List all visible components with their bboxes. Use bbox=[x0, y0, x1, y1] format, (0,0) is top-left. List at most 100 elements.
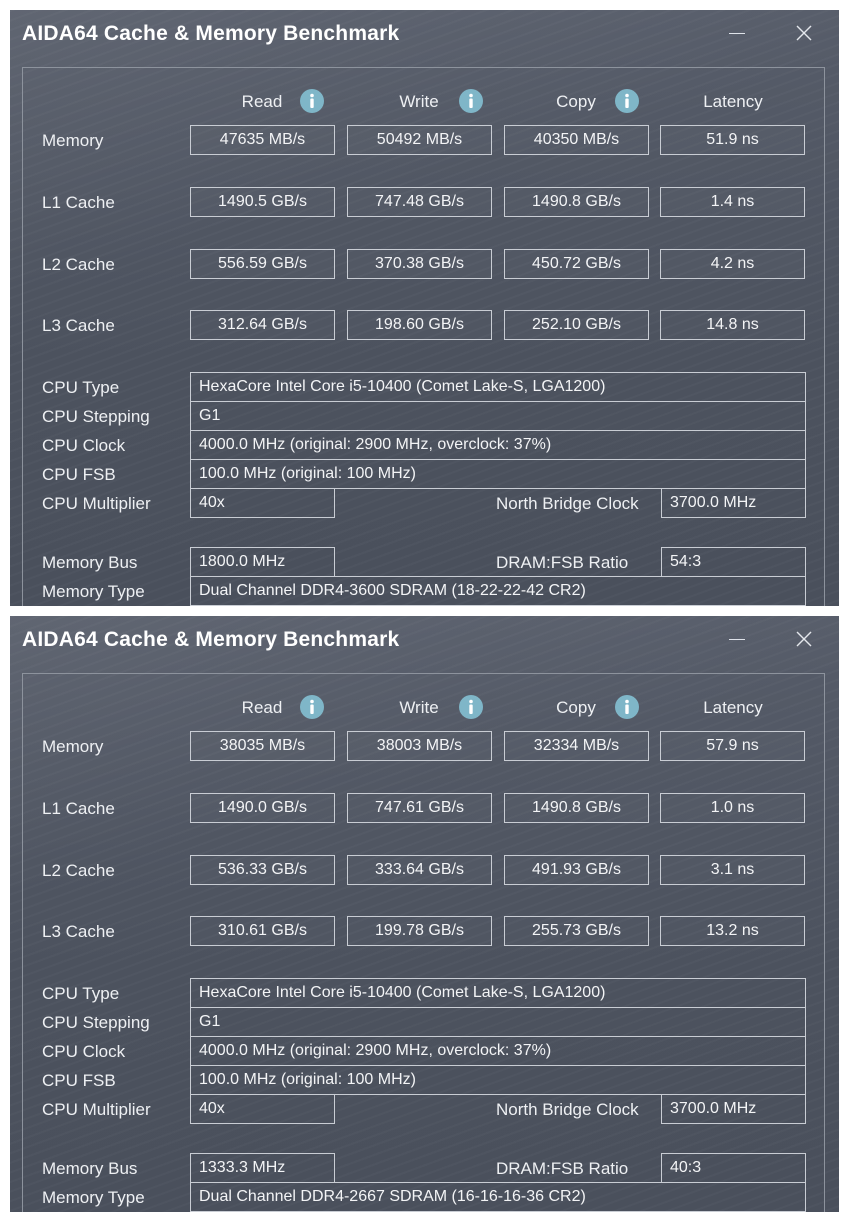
memory-write-value: 38003 MB/s bbox=[347, 731, 492, 761]
info-circle-icon[interactable] bbox=[459, 695, 483, 719]
benchmark-window: AIDA64 Cache & Memory Benchmark Read Wri… bbox=[10, 10, 839, 606]
cpu-type-value: HexaCore Intel Core i5-10400 (Comet Lake… bbox=[190, 978, 806, 1008]
cpu-stepping-label: CPU Stepping bbox=[42, 1013, 150, 1032]
memory-write-value: 50492 MB/s bbox=[347, 125, 492, 155]
cpu-type-label: CPU Type bbox=[42, 378, 120, 397]
l1-latency-value: 1.0 ns bbox=[660, 793, 805, 823]
row-label-l1-cache: L1 Cache bbox=[42, 193, 115, 212]
dram-fsb-ratio-label: DRAM:FSB Ratio bbox=[496, 553, 629, 572]
dram-fsb-ratio-value: 40:3 bbox=[661, 1153, 806, 1183]
memory-type-value: Dual Channel DDR4-2667 SDRAM (16-16-16-3… bbox=[190, 1182, 806, 1212]
cpu-clock-value: 4000.0 MHz (original: 2900 MHz, overcloc… bbox=[190, 1036, 806, 1066]
title-bar[interactable]: AIDA64 Cache & Memory Benchmark bbox=[10, 10, 839, 60]
minimize-button[interactable] bbox=[717, 624, 757, 654]
memory-type-label: Memory Type bbox=[42, 1188, 145, 1207]
minimize-button[interactable] bbox=[717, 18, 757, 48]
info-circle-icon[interactable] bbox=[300, 695, 324, 719]
dram-fsb-ratio-value: 54:3 bbox=[661, 547, 806, 577]
memory-read-value: 38035 MB/s bbox=[190, 731, 335, 761]
benchmark-window: AIDA64 Cache & Memory Benchmark Read Wri… bbox=[10, 616, 839, 1212]
memory-bus-label: Memory Bus bbox=[42, 1159, 138, 1178]
l1-copy-value: 1490.8 GB/s bbox=[504, 793, 649, 823]
l3-read-value: 310.61 GB/s bbox=[190, 916, 335, 946]
header-latency: Latency bbox=[703, 698, 763, 717]
title-bar[interactable]: AIDA64 Cache & Memory Benchmark bbox=[10, 616, 839, 666]
l2-read-value: 536.33 GB/s bbox=[190, 855, 335, 885]
l3-read-value: 312.64 GB/s bbox=[190, 310, 335, 340]
l1-write-value: 747.61 GB/s bbox=[347, 793, 492, 823]
cpu-stepping-value: G1 bbox=[190, 1007, 806, 1037]
l1-copy-value: 1490.8 GB/s bbox=[504, 187, 649, 217]
memory-type-value: Dual Channel DDR4-3600 SDRAM (18-22-22-4… bbox=[190, 576, 806, 606]
cpu-fsb-value: 100.0 MHz (original: 100 MHz) bbox=[190, 459, 806, 489]
l2-copy-value: 491.93 GB/s bbox=[504, 855, 649, 885]
row-label-l3-cache: L3 Cache bbox=[42, 922, 115, 941]
l2-write-value: 333.64 GB/s bbox=[347, 855, 492, 885]
l1-read-value: 1490.0 GB/s bbox=[190, 793, 335, 823]
cpu-clock-value: 4000.0 MHz (original: 2900 MHz, overcloc… bbox=[190, 430, 806, 460]
cpu-type-value: HexaCore Intel Core i5-10400 (Comet Lake… bbox=[190, 372, 806, 402]
close-button[interactable] bbox=[784, 18, 824, 48]
memory-copy-value: 40350 MB/s bbox=[504, 125, 649, 155]
l3-write-value: 198.60 GB/s bbox=[347, 310, 492, 340]
l2-copy-value: 450.72 GB/s bbox=[504, 249, 649, 279]
memory-latency-value: 57.9 ns bbox=[660, 731, 805, 761]
l3-latency-value: 14.8 ns bbox=[660, 310, 805, 340]
cpu-stepping-value: G1 bbox=[190, 401, 806, 431]
minimize-icon bbox=[729, 639, 745, 640]
close-button[interactable] bbox=[784, 624, 824, 654]
l3-write-value: 199.78 GB/s bbox=[347, 916, 492, 946]
north-bridge-clock-label: North Bridge Clock bbox=[496, 494, 639, 513]
north-bridge-clock-value: 3700.0 MHz bbox=[661, 1094, 806, 1124]
cpu-clock-label: CPU Clock bbox=[42, 1042, 126, 1061]
header-write: Write bbox=[399, 92, 439, 111]
cpu-clock-label: CPU Clock bbox=[42, 436, 126, 455]
north-bridge-clock-label: North Bridge Clock bbox=[496, 1100, 639, 1119]
row-label-memory: Memory bbox=[42, 737, 104, 756]
info-circle-icon[interactable] bbox=[615, 695, 639, 719]
row-label-l2-cache: L2 Cache bbox=[42, 861, 115, 880]
memory-bus-value: 1333.3 MHz bbox=[190, 1153, 335, 1183]
l2-latency-value: 4.2 ns bbox=[660, 249, 805, 279]
close-icon bbox=[796, 631, 812, 647]
info-circle-icon[interactable] bbox=[459, 89, 483, 113]
close-icon bbox=[796, 25, 812, 41]
cpu-type-label: CPU Type bbox=[42, 984, 120, 1003]
minimize-icon bbox=[729, 33, 745, 34]
row-label-memory: Memory bbox=[42, 131, 104, 150]
memory-type-label: Memory Type bbox=[42, 582, 145, 601]
row-label-l3-cache: L3 Cache bbox=[42, 316, 115, 335]
cpu-multiplier-label: CPU Multiplier bbox=[42, 1100, 151, 1119]
cpu-multiplier-value: 40x bbox=[190, 1094, 335, 1124]
l3-copy-value: 252.10 GB/s bbox=[504, 310, 649, 340]
window-title: AIDA64 Cache & Memory Benchmark bbox=[22, 22, 400, 45]
cpu-fsb-value: 100.0 MHz (original: 100 MHz) bbox=[190, 1065, 806, 1095]
l1-read-value: 1490.5 GB/s bbox=[190, 187, 335, 217]
l2-write-value: 370.38 GB/s bbox=[347, 249, 492, 279]
l2-latency-value: 3.1 ns bbox=[660, 855, 805, 885]
memory-copy-value: 32334 MB/s bbox=[504, 731, 649, 761]
l3-copy-value: 255.73 GB/s bbox=[504, 916, 649, 946]
info-circle-icon[interactable] bbox=[615, 89, 639, 113]
dram-fsb-ratio-label: DRAM:FSB Ratio bbox=[496, 1159, 629, 1178]
cpu-multiplier-label: CPU Multiplier bbox=[42, 494, 151, 513]
cpu-fsb-label: CPU FSB bbox=[42, 1071, 116, 1090]
memory-bus-value: 1800.0 MHz bbox=[190, 547, 335, 577]
window-title: AIDA64 Cache & Memory Benchmark bbox=[22, 628, 400, 651]
memory-read-value: 47635 MB/s bbox=[190, 125, 335, 155]
l3-latency-value: 13.2 ns bbox=[660, 916, 805, 946]
row-label-l1-cache: L1 Cache bbox=[42, 799, 115, 818]
cpu-fsb-label: CPU FSB bbox=[42, 465, 116, 484]
l2-read-value: 556.59 GB/s bbox=[190, 249, 335, 279]
row-label-l2-cache: L2 Cache bbox=[42, 255, 115, 274]
cpu-stepping-label: CPU Stepping bbox=[42, 407, 150, 426]
north-bridge-clock-value: 3700.0 MHz bbox=[661, 488, 806, 518]
header-latency: Latency bbox=[703, 92, 763, 111]
info-circle-icon[interactable] bbox=[300, 89, 324, 113]
memory-latency-value: 51.9 ns bbox=[660, 125, 805, 155]
l1-latency-value: 1.4 ns bbox=[660, 187, 805, 217]
l1-write-value: 747.48 GB/s bbox=[347, 187, 492, 217]
memory-bus-label: Memory Bus bbox=[42, 553, 138, 572]
header-write: Write bbox=[399, 698, 439, 717]
cpu-multiplier-value: 40x bbox=[190, 488, 335, 518]
